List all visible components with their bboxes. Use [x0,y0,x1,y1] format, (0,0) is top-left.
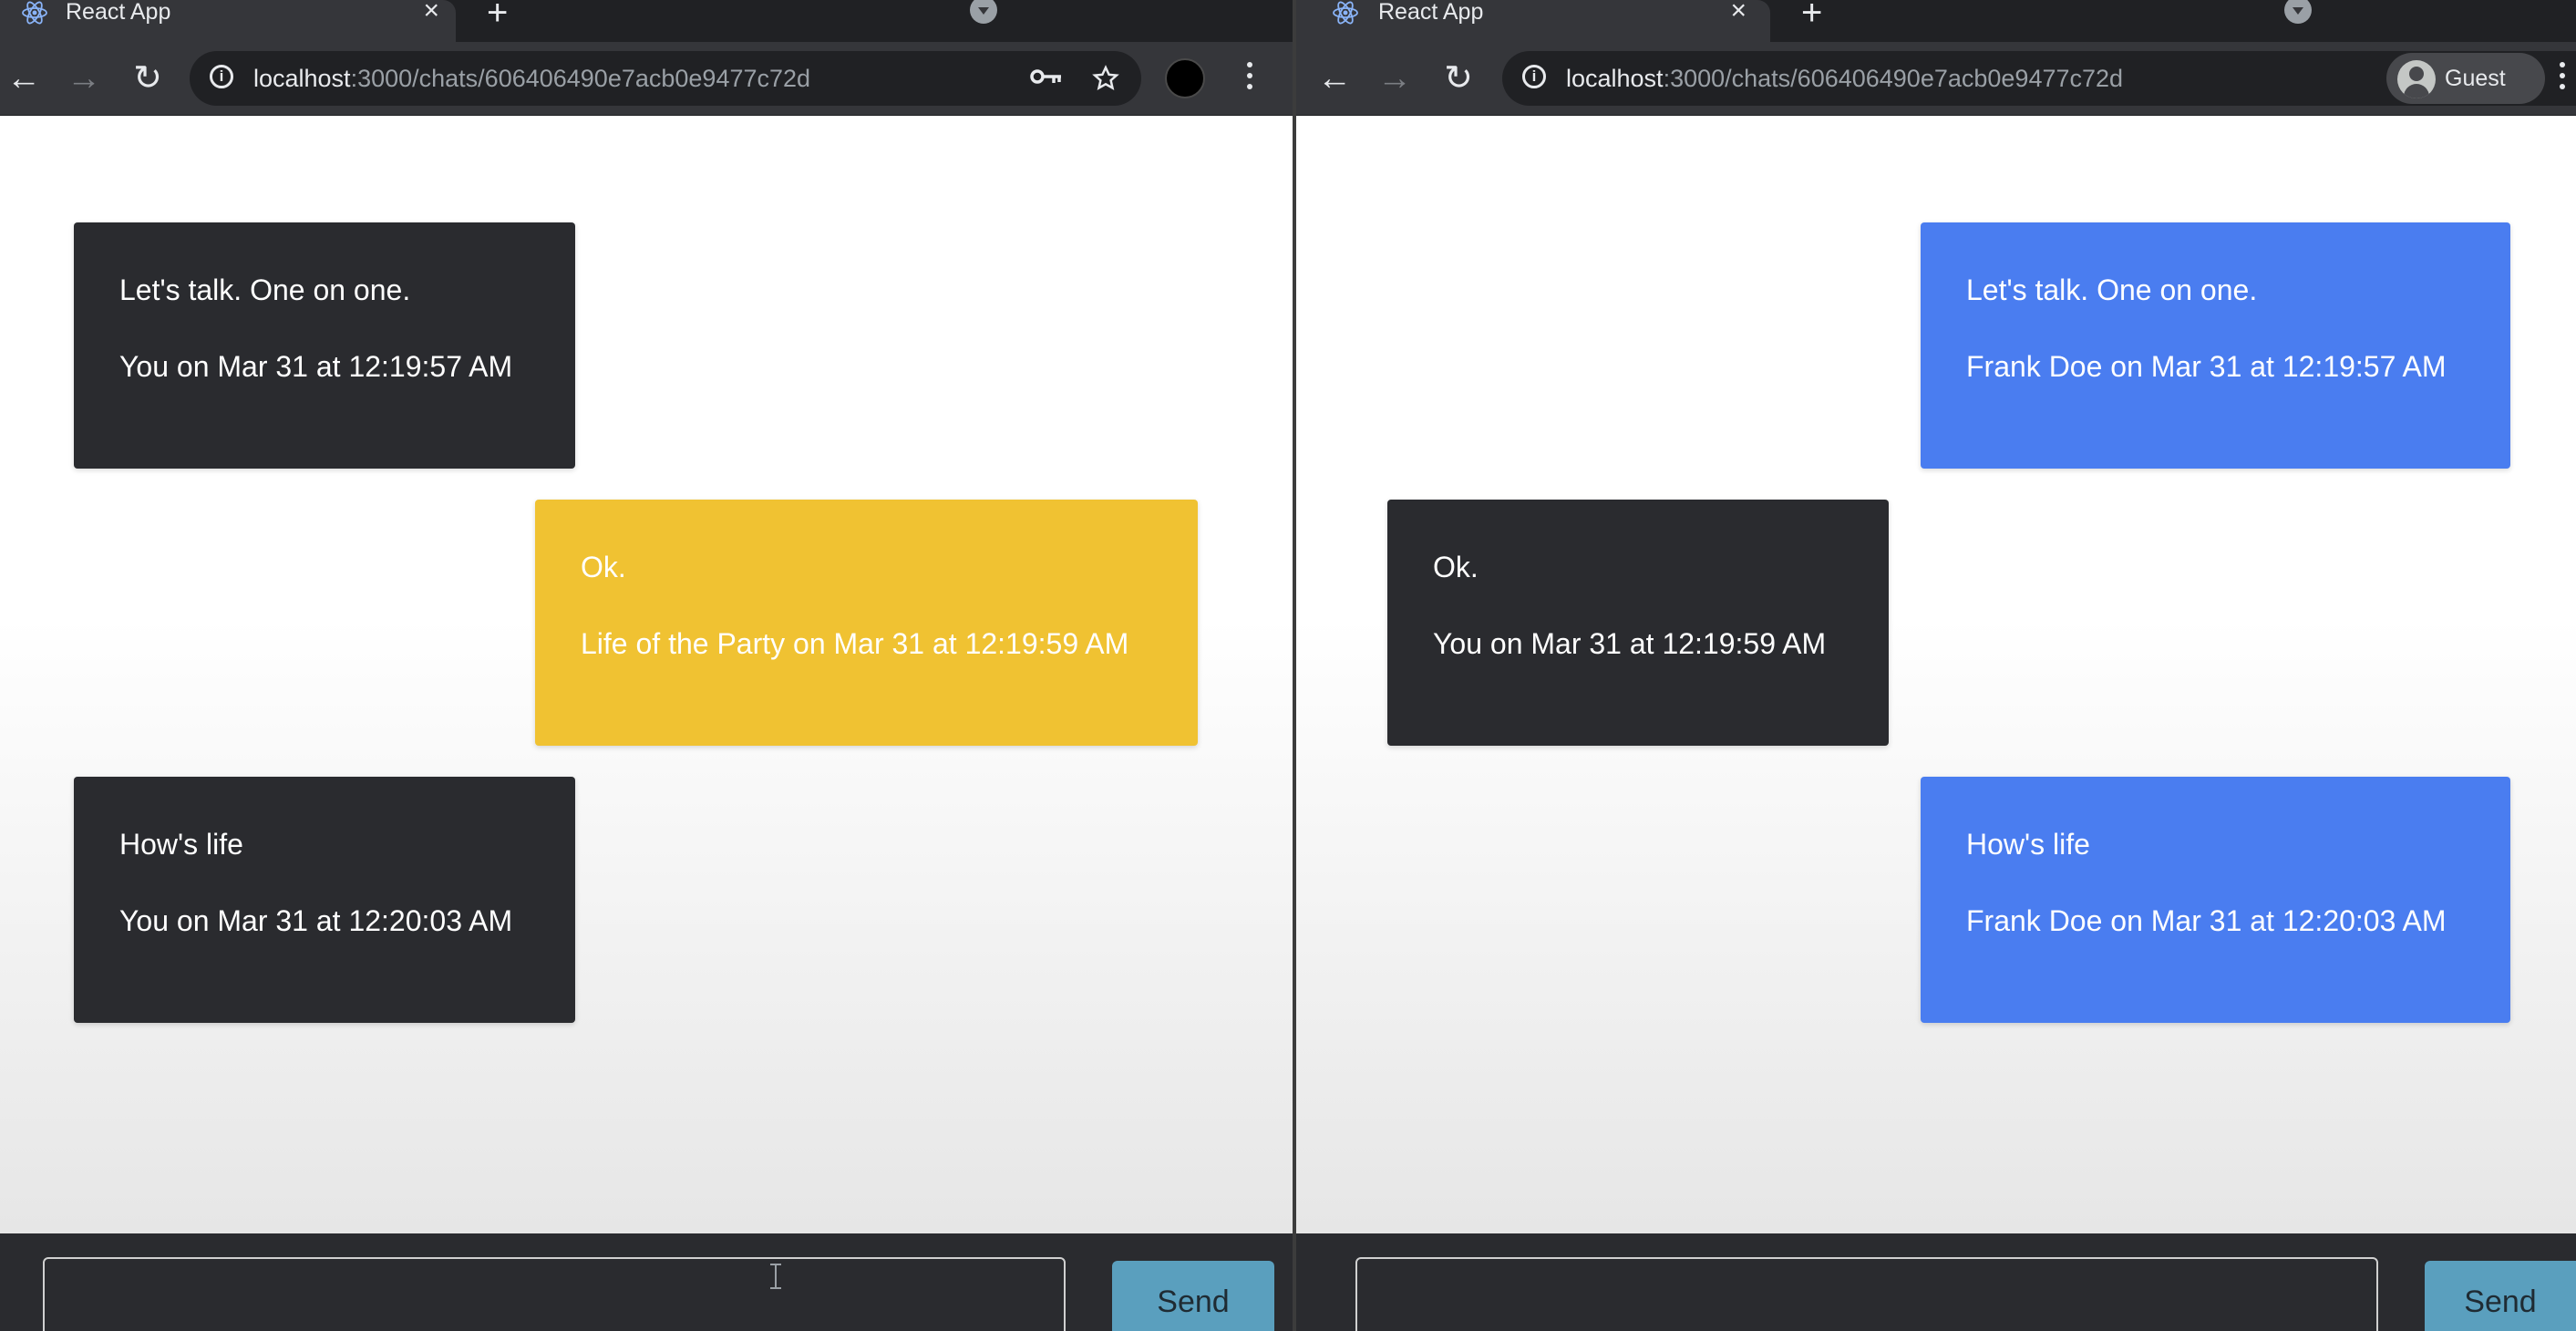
message-composer: Send [0,1233,1293,1331]
more-menu-icon[interactable] [2560,62,2565,95]
send-button[interactable]: Send [1112,1261,1274,1331]
message-text: Let's talk. One on one. [119,273,411,306]
browser-toolbar: ← → ↻ i localhost:3000/chats/606406490e7… [1296,42,2576,116]
guest-profile-button[interactable]: Guest [2386,53,2545,104]
message-text: How's life [1966,828,2090,861]
tab-title: React App [1378,0,1484,25]
back-button[interactable]: ← [4,58,44,98]
text-cursor-icon [770,1264,781,1289]
new-tab-button[interactable]: + [1801,0,1822,33]
react-icon [22,1,47,25]
message-bubble: Ok. Life of the Party on Mar 31 at 12:19… [535,500,1198,746]
message-text: Ok. [1433,551,1479,583]
message-bubble: Ok. You on Mar 31 at 12:19:59 AM [1387,500,1889,746]
chat-messages: Let's talk. One on one. Frank Doe on Mar… [1296,116,2576,1233]
tab-strip: React App × + [1296,0,2576,42]
reload-button[interactable]: ↻ [1438,58,1479,98]
message-meta: You on Mar 31 at 12:20:03 AM [119,904,513,937]
star-icon[interactable] [1092,65,1119,92]
react-icon [1333,1,1358,25]
tab-search-icon[interactable] [2284,0,2312,24]
url-path: :3000/chats/606406490e7acb0e9477c72d [350,65,811,92]
tab-title: React App [66,0,171,25]
url-text[interactable]: localhost:3000/chats/606406490e7acb0e947… [253,65,810,92]
message-meta: Frank Doe on Mar 31 at 12:19:57 AM [1966,350,2447,383]
site-info-icon[interactable]: i [1522,65,1546,88]
tab-react-app[interactable]: React App × [0,0,456,42]
message-bubble: How's life Frank Doe on Mar 31 at 12:20:… [1921,777,2510,1023]
address-bar[interactable]: i localhost:3000/chats/606406490e7acb0e9… [190,51,1141,106]
message-text: Let's talk. One on one. [1966,273,2258,306]
url-host: localhost [253,65,351,92]
right-browser-window: React App × + ← → ↻ i localhost:3000/cha… [1296,0,2576,1331]
message-text: How's life [119,828,243,861]
tab-search-icon[interactable] [970,0,997,24]
guest-label: Guest [2445,66,2506,91]
profile-avatar[interactable] [1165,58,1205,98]
message-meta: You on Mar 31 at 12:19:57 AM [119,350,513,383]
message-meta: You on Mar 31 at 12:19:59 AM [1433,627,1827,660]
more-menu-icon[interactable] [1247,62,1252,95]
new-tab-button[interactable]: + [487,0,508,33]
forward-button[interactable]: → [1375,58,1415,98]
forward-button[interactable]: → [64,58,104,98]
chat-messages: Let's talk. One on one. You on Mar 31 at… [0,116,1293,1233]
url-host: localhost [1566,65,1664,92]
message-bubble: Let's talk. One on one. You on Mar 31 at… [74,222,575,469]
tab-react-app[interactable]: React App × [1296,0,1770,42]
screen: React App × + ← → ↻ i localhost:3000/cha… [0,0,2576,1331]
back-button[interactable]: ← [1314,58,1355,98]
left-browser-window: React App × + ← → ↻ i localhost:3000/cha… [0,0,1293,1331]
site-info-icon[interactable]: i [210,65,233,88]
guest-avatar-icon [2397,60,2436,98]
tab-strip: React App × + [0,0,1293,42]
message-input[interactable] [1355,1257,2378,1331]
message-meta: Frank Doe on Mar 31 at 12:20:03 AM [1966,904,2447,937]
browser-toolbar: ← → ↻ i localhost:3000/chats/606406490e7… [0,42,1293,116]
tab-close-icon[interactable]: × [423,0,439,27]
send-button[interactable]: Send [2425,1261,2576,1331]
message-meta: Life of the Party on Mar 31 at 12:19:59 … [581,627,1129,660]
message-text: Ok. [581,551,626,583]
message-bubble: How's life You on Mar 31 at 12:20:03 AM [74,777,575,1023]
url-text[interactable]: localhost:3000/chats/606406490e7acb0e947… [1566,65,2123,92]
tab-close-icon[interactable]: × [1730,0,1747,27]
message-input[interactable] [43,1257,1066,1331]
url-path: :3000/chats/606406490e7acb0e9477c72d [1663,65,2124,92]
key-icon[interactable] [1030,67,1063,86]
message-composer: Send [1296,1233,2576,1331]
message-bubble: Let's talk. One on one. Frank Doe on Mar… [1921,222,2510,469]
reload-button[interactable]: ↻ [128,58,168,98]
